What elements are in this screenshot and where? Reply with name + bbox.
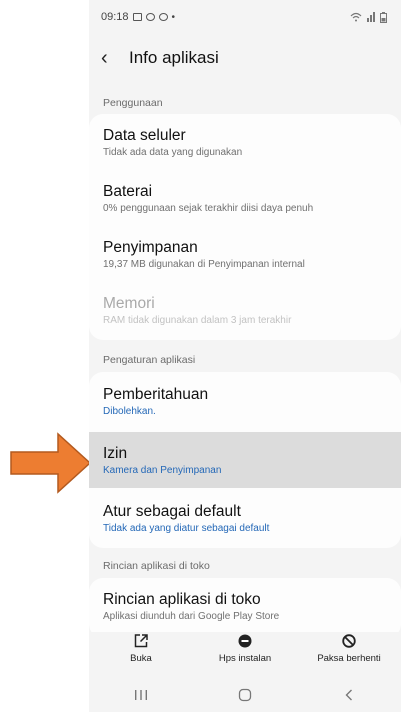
block-icon <box>342 632 356 650</box>
item-set-default[interactable]: Atur sebagai default Tidak ada yang diat… <box>89 490 401 546</box>
item-subtitle: Tidak ada data yang digunakan <box>103 147 243 158</box>
open-external-icon <box>134 632 148 650</box>
open-label: Buka <box>130 653 152 664</box>
back-button[interactable] <box>297 688 401 702</box>
recent-apps-button[interactable] <box>89 689 193 701</box>
force-stop-button[interactable]: Paksa berhenti <box>297 632 401 674</box>
item-title: Data seluler <box>103 127 186 144</box>
store-card: Rincian aplikasi di toko Aplikasi diundu… <box>89 578 401 638</box>
item-title: Penyimpanan <box>103 239 198 256</box>
item-title: Pemberitahuan <box>103 386 209 403</box>
back-arrow-icon[interactable]: ‹ <box>101 47 123 70</box>
item-subtitle: Aplikasi diunduh dari Google Play Store <box>103 611 280 622</box>
item-mobile-data[interactable]: Data seluler Tidak ada data yang digunak… <box>89 126 401 160</box>
home-icon <box>238 688 252 702</box>
item-subtitle: Kamera dan Penyimpanan <box>103 465 222 476</box>
section-label-store-details: Rincian aplikasi di toko <box>103 560 210 572</box>
wifi-icon <box>350 12 362 22</box>
uninstall-label: Hps instalan <box>218 653 272 664</box>
item-title: Baterai <box>103 183 153 200</box>
app-bar: ‹ Info aplikasi <box>89 34 401 82</box>
item-title: Rincian aplikasi di toko <box>103 591 261 608</box>
item-title: Izin <box>103 445 128 462</box>
item-permissions[interactable]: Izin Kamera dan Penyimpanan <box>89 432 401 488</box>
item-storage[interactable]: Penyimpanan 19,37 MB digunakan di Penyim… <box>89 238 401 272</box>
more-notifications-icon: • <box>171 11 176 23</box>
uninstall-button[interactable]: Hps instalan <box>193 632 297 674</box>
item-subtitle: Dibolehkan. <box>103 406 156 417</box>
circle-icon <box>145 13 155 21</box>
section-label-app-settings: Pengaturan aplikasi <box>103 354 196 366</box>
app-settings-card: Pemberitahuan Dibolehkan. Izin Kamera da… <box>89 372 401 548</box>
item-battery[interactable]: Baterai 0% penggunaan sejak terakhir dii… <box>89 182 401 216</box>
page-title: Info aplikasi <box>129 48 219 67</box>
pointer-arrow <box>10 432 92 494</box>
item-store-details[interactable]: Rincian aplikasi di toko Aplikasi diundu… <box>89 590 401 624</box>
instagram-icon <box>158 13 168 21</box>
home-button[interactable] <box>193 688 297 702</box>
status-time: 09:18 <box>101 11 129 23</box>
item-subtitle: Tidak ada yang diatur sebagai default <box>103 523 270 534</box>
open-button[interactable]: Buka <box>89 632 193 674</box>
usage-card: Data seluler Tidak ada data yang digunak… <box>89 114 401 340</box>
item-memory: Memori RAM tidak digunakan dalam 3 jam t… <box>89 294 401 328</box>
item-subtitle: RAM tidak digunakan dalam 3 jam terakhir <box>103 315 292 326</box>
section-label-usage: Penggunaan <box>103 97 163 109</box>
gallery-icon <box>132 13 142 21</box>
bottom-action-bar: Buka Hps instalan Paksa berhenti <box>89 632 401 674</box>
item-title: Memori <box>103 295 155 312</box>
system-nav-bar <box>89 678 401 712</box>
item-notifications[interactable]: Pemberitahuan Dibolehkan. <box>89 372 401 428</box>
status-bar: 09:18 • <box>89 0 401 34</box>
recent-apps-icon <box>135 690 147 700</box>
battery-icon <box>380 11 387 23</box>
item-title: Atur sebagai default <box>103 503 241 520</box>
item-subtitle: 19,37 MB digunakan di Penyimpanan intern… <box>103 259 305 270</box>
signal-icon <box>367 12 375 22</box>
item-subtitle: 0% penggunaan sejak terakhir diisi daya … <box>103 203 314 214</box>
phone-screen: 09:18 • ‹ Info aplikasi Penggunaan Data … <box>89 0 401 712</box>
minus-circle-icon <box>238 632 252 650</box>
back-icon <box>345 689 352 701</box>
force-stop-label: Paksa berhenti <box>317 653 381 664</box>
